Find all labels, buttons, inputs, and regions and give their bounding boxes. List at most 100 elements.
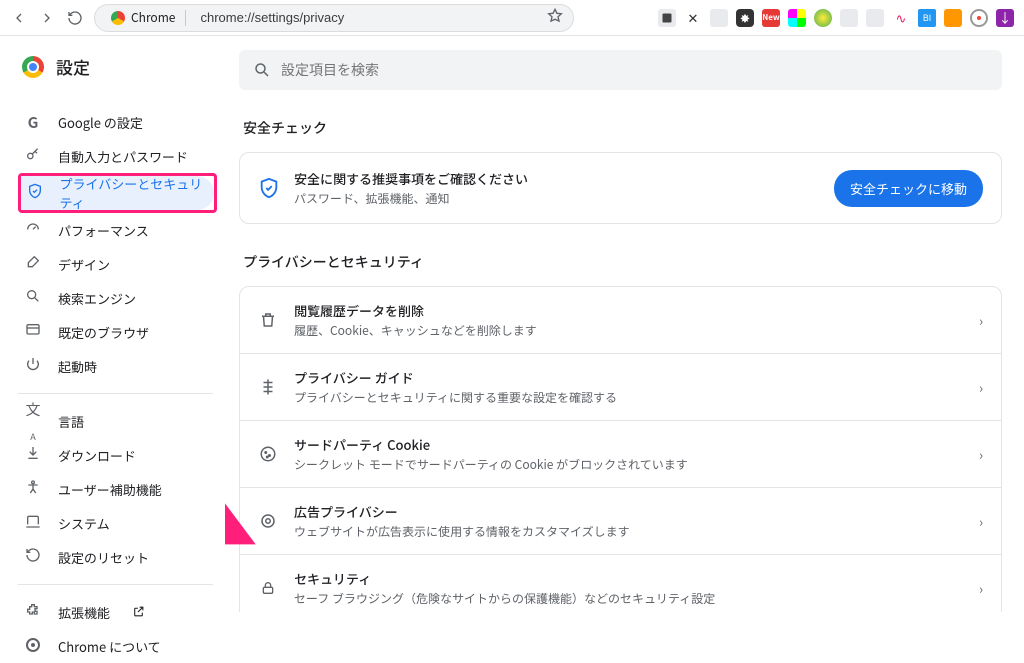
sidebar-item-label: Chrome について [58, 637, 161, 656]
ads-icon [258, 512, 278, 530]
extension-icon-1[interactable] [658, 9, 676, 27]
settings-search-input[interactable] [281, 62, 988, 78]
sidebar-item-label: 起動時 [58, 357, 97, 376]
row-title: 閲覧履歴データを削除 [294, 301, 537, 320]
extension-icon-9[interactable] [866, 9, 884, 27]
power-icon [24, 356, 42, 377]
privacy-list: 閲覧履歴データを削除 履歴、Cookie、キャッシュなどを削除します › プライ… [239, 286, 1002, 612]
extension-icon-2[interactable]: ✕ [684, 9, 702, 27]
extension-icon-12[interactable] [944, 9, 962, 27]
sidebar-item-label: ユーザー補助機能 [58, 480, 162, 499]
extension-icon-8[interactable] [840, 9, 858, 27]
sidebar-item-label: 検索エンジン [58, 289, 136, 308]
sidebar-item-default-browser[interactable]: 既定のブラウザ [18, 315, 217, 349]
row-sub: ウェブサイトが広告表示に使用する情報をカスタマイズします [294, 523, 630, 540]
sidebar-item-appearance[interactable]: デザイン [18, 247, 217, 281]
sidebar-item-label: 拡張機能 [58, 603, 110, 622]
sidebar-item-google[interactable]: G Google の設定 [18, 105, 217, 139]
row-title: サードパーティ Cookie [294, 435, 688, 454]
key-icon [24, 146, 42, 167]
extension-icon-13[interactable] [970, 9, 988, 27]
row-clear-browsing-data[interactable]: 閲覧履歴データを削除 履歴、Cookie、キャッシュなどを削除します › [240, 287, 1001, 353]
row-sub: 履歴、Cookie、キャッシュなどを削除します [294, 322, 537, 339]
google-icon: G [24, 112, 42, 133]
url-input[interactable] [200, 10, 539, 25]
chrome-icon [24, 636, 42, 657]
settings-sidebar: 設定 G Google の設定 自動入力とパスワード プライバシーとセキュリティ [0, 36, 225, 612]
guide-icon [258, 378, 278, 396]
extension-icon-14[interactable]: ↓ [996, 9, 1014, 27]
safety-check-button[interactable]: 安全チェックに移動 [834, 170, 983, 207]
sidebar-item-system[interactable]: システム [18, 506, 217, 540]
reload-button[interactable] [66, 9, 84, 27]
language-icon: 文A [24, 399, 42, 443]
chevron-right-icon: › [979, 378, 983, 397]
sidebar-divider [18, 393, 213, 394]
address-bar[interactable]: Chrome [94, 4, 574, 32]
row-third-party-cookies[interactable]: サードパーティ Cookie シークレット モードでサードパーティの Cooki… [240, 420, 1001, 487]
system-icon [24, 513, 42, 534]
chevron-right-icon: › [979, 311, 983, 330]
sidebar-item-on-startup[interactable]: 起動時 [18, 349, 217, 383]
forward-button[interactable] [38, 9, 56, 27]
search-icon [24, 288, 42, 309]
browser-icon [24, 322, 42, 343]
row-title: セキュリティ [294, 569, 715, 588]
safety-check-title: 安全チェック [243, 118, 1002, 138]
sidebar-item-privacy[interactable]: プライバシーとセキュリティ [21, 176, 214, 210]
extension-icons: ✕ New ∿ BI ↓ [658, 9, 1014, 27]
sidebar-item-label: デザイン [58, 255, 110, 274]
page-title: 設定 [56, 54, 90, 79]
extension-icon-3[interactable] [710, 9, 728, 27]
row-sub: プライバシーとセキュリティに関する重要な設定を確認する [294, 389, 617, 406]
chrome-logo-icon [22, 56, 44, 78]
row-ad-privacy[interactable]: 広告プライバシー ウェブサイトが広告表示に使用する情報をカスタマイズします › [240, 487, 1001, 554]
sidebar-item-label: ダウンロード [58, 446, 136, 465]
sidebar-item-label: 設定のリセット [58, 548, 149, 567]
reset-icon [24, 547, 42, 568]
sidebar-item-reset[interactable]: 設定のリセット [18, 540, 217, 574]
row-security[interactable]: セキュリティ セーフ ブラウジング（危険なサイトからの保護機能）などのセキュリテ… [240, 554, 1001, 612]
settings-search[interactable] [239, 50, 1002, 90]
speedometer-icon [24, 220, 42, 241]
annotation-highlight-sidebar: プライバシーとセキュリティ [18, 173, 217, 213]
row-sub: シークレット モードでサードパーティの Cookie がブロックされています [294, 456, 688, 473]
sidebar-item-languages[interactable]: 文A 言語 [18, 404, 217, 438]
settings-brand: 設定 [18, 54, 225, 79]
sidebar-item-search-engine[interactable]: 検索エンジン [18, 281, 217, 315]
sidebar-item-extensions[interactable]: 拡張機能 [18, 595, 217, 629]
safety-check-sub: パスワード、拡張機能、通知 [294, 190, 450, 207]
search-icon [253, 61, 271, 79]
sidebar-item-label: 自動入力とパスワード [58, 147, 188, 166]
sidebar-item-accessibility[interactable]: ユーザー補助機能 [18, 472, 217, 506]
puzzle-icon [24, 602, 42, 623]
back-button[interactable] [10, 9, 28, 27]
extension-icon-6[interactable] [788, 9, 806, 27]
sidebar-divider [18, 584, 213, 585]
trash-icon [258, 311, 278, 329]
sidebar-item-about-chrome[interactable]: Chrome について [18, 629, 217, 663]
settings-main: 安全チェック 安全に関する推奨事項をご確認ください パスワード、拡張機能、通知 … [225, 36, 1024, 612]
sidebar-item-label: システム [58, 514, 110, 533]
accessibility-icon [24, 479, 42, 500]
sidebar-item-performance[interactable]: パフォーマンス [18, 213, 217, 247]
privacy-section-title: プライバシーとセキュリティ [243, 252, 1002, 272]
lock-icon [258, 580, 278, 596]
sidebar-item-autofill[interactable]: 自動入力とパスワード [18, 139, 217, 173]
extension-icon-new[interactable]: New [762, 9, 780, 27]
cookie-icon [258, 445, 278, 463]
extension-icon-4[interactable] [736, 9, 754, 27]
safety-check-heading: 安全に関する推奨事項をご確認ください [294, 169, 528, 188]
bookmark-star-icon[interactable] [547, 8, 563, 28]
row-title: プライバシー ガイド [294, 368, 617, 387]
sidebar-item-label: 言語 [58, 412, 84, 431]
extension-icon-10[interactable]: ∿ [892, 9, 910, 27]
row-privacy-guide[interactable]: プライバシー ガイド プライバシーとセキュリティに関する重要な設定を確認する › [240, 353, 1001, 420]
chevron-right-icon: › [979, 512, 983, 531]
chrome-chip-label: Chrome [131, 9, 175, 26]
sidebar-item-downloads[interactable]: ダウンロード [18, 438, 217, 472]
extension-icon-11[interactable]: BI [918, 9, 936, 27]
chrome-chip: Chrome [105, 8, 192, 28]
sidebar-item-label: プライバシーとセキュリティ [60, 174, 214, 212]
extension-icon-7[interactable] [814, 9, 832, 27]
